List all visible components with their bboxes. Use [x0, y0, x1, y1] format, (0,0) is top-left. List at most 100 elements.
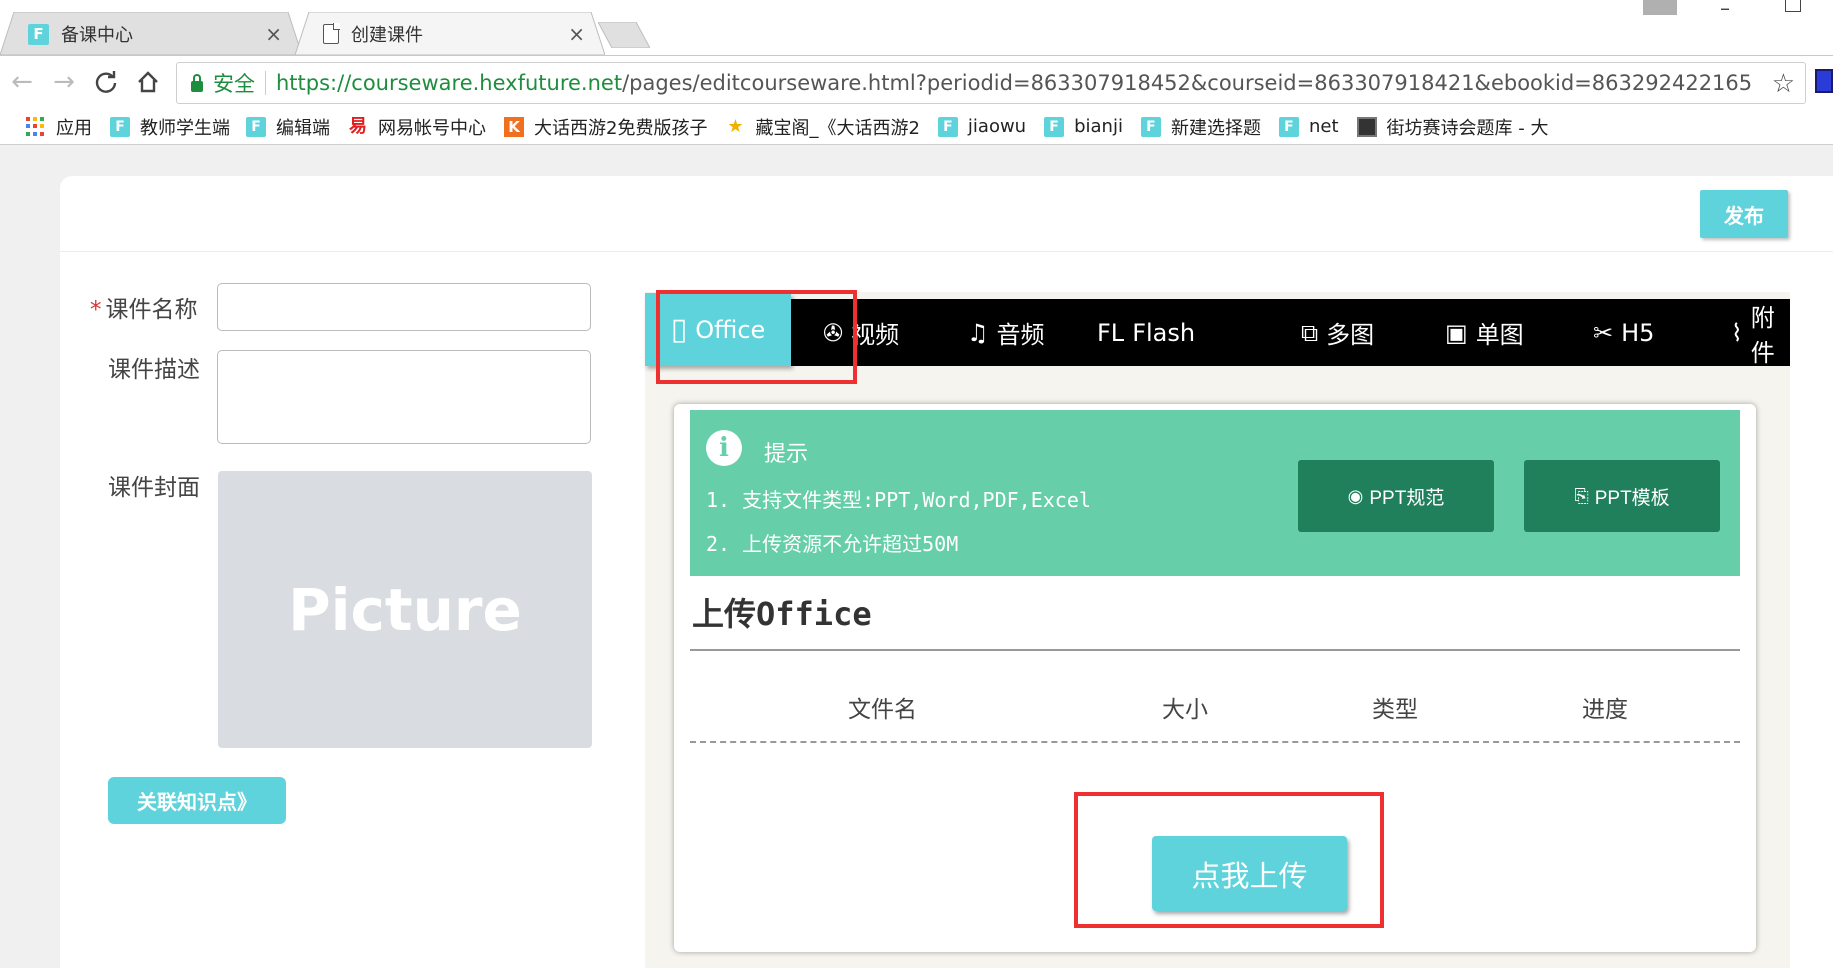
omnibox-divider — [265, 71, 266, 95]
required-mark: * — [90, 297, 102, 323]
publish-button[interactable]: 发布 — [1700, 190, 1788, 238]
editor-card: 发布 * 课件名称 课件描述 课件封面 Picture 关联知识点》 ▯ Offi… — [60, 176, 1833, 968]
bookmark-item[interactable]: 易 网易帐号中心 — [348, 114, 486, 140]
tip-line: 2. 上传资源不允许超过50M — [706, 532, 959, 556]
tab-title: 备课中心 — [61, 25, 133, 46]
highlight-box-upload — [1074, 792, 1384, 928]
bookmark-item[interactable]: K 大话西游2免费版孩子 — [504, 114, 707, 140]
tools-icon: ✂ — [1593, 318, 1614, 347]
tip-line: 1. 支持文件类型:PPT,Word,PDF,Excel — [706, 488, 1091, 512]
bookmark-label: net — [1308, 116, 1339, 137]
bookmark-label: 编辑端 — [276, 117, 330, 139]
bookmark-label: bianji — [1074, 116, 1123, 137]
favicon-f-icon: F — [937, 116, 958, 137]
tab-backup-center[interactable]: F 备课中心 × — [0, 12, 302, 55]
favicon-f-icon: F — [1044, 116, 1065, 137]
dashed-divider — [690, 741, 1740, 743]
column-header-progress: 进度 — [1582, 697, 1628, 723]
courseware-name-input[interactable] — [217, 283, 591, 331]
tab-multi-image[interactable]: ⧉ 多图 — [1301, 299, 1374, 366]
reload-glyph — [95, 71, 117, 93]
cover-image-picker[interactable]: Picture — [218, 471, 592, 748]
courseware-desc-label: 课件描述 — [108, 357, 200, 383]
close-icon[interactable]: × — [265, 22, 282, 46]
maximize-icon[interactable] — [1785, 0, 1801, 12]
minimize-icon[interactable]: – — [1720, 0, 1730, 20]
courseware-name-label: * 课件名称 — [90, 290, 198, 324]
cover-placeholder-text: Picture — [288, 575, 522, 644]
tab-single-image[interactable]: ▣ 单图 — [1445, 299, 1524, 366]
treasure-icon: ★ — [727, 115, 744, 137]
bookmark-item[interactable]: F 新建选择题 — [1140, 114, 1261, 140]
new-tab-button[interactable] — [598, 22, 650, 48]
column-header-filename: 文件名 — [848, 697, 917, 723]
bookmark-item[interactable]: F bianji — [1044, 116, 1123, 137]
tab-label: 音频 — [996, 321, 1045, 349]
tip-box: i 提示 1. 支持文件类型:PPT,Word,PDF,Excel 2. 上传资… — [690, 410, 1740, 576]
ppt-spec-label: PPT规范 — [1369, 487, 1445, 509]
upload-title: 上传Office — [692, 595, 872, 633]
tip-title: 提示 — [764, 442, 809, 467]
bookmark-label: 新建选择题 — [1170, 117, 1261, 139]
lock-icon — [191, 73, 203, 92]
bookmark-item[interactable]: F 教师学生端 — [110, 114, 230, 140]
tab-audio[interactable]: ♫ 音频 — [967, 299, 1045, 366]
favicon-f-icon: F — [1278, 116, 1299, 137]
home-glyph — [138, 71, 158, 93]
bookmark-label: 网易帐号中心 — [378, 117, 486, 139]
bookmark-item[interactable]: ★ 藏宝阁_《大话西游2 — [725, 114, 920, 140]
film-icon — [1356, 116, 1377, 137]
extension-icon[interactable] — [1815, 69, 1833, 93]
browser-toolbar: ← → 安全 https://courseware.hexfuture.net … — [0, 55, 1833, 109]
tab-strip: F 备课中心 × 创建课件 × – — [0, 0, 1833, 55]
bookmarks-bar: 应用 F 教师学生端 F 编辑端 易 网易帐号中心 K 大话西游2免费版孩子 ★… — [0, 109, 1833, 145]
image-icon: ▣ — [1445, 318, 1468, 347]
column-header-size: 大小 — [1162, 697, 1208, 723]
divider — [690, 649, 1740, 651]
paperclip-icon: ⌇ — [1731, 318, 1743, 347]
home-icon[interactable] — [132, 66, 164, 98]
images-icon: ⧉ — [1301, 318, 1319, 347]
favicon-f-icon: F — [246, 116, 266, 137]
tab-title: 创建课件 — [351, 25, 423, 46]
courseware-desc-textarea[interactable] — [217, 350, 591, 444]
bookmark-label: 藏宝阁_《大话西游2 — [755, 117, 920, 139]
bookmark-item[interactable]: F net — [1278, 116, 1339, 137]
highlight-box-office — [656, 290, 857, 384]
k-site-icon: K — [504, 116, 524, 137]
info-icon: i — [706, 430, 742, 466]
secure-label: 安全 — [213, 72, 255, 96]
bookmark-label: 教师学生端 — [140, 117, 230, 139]
tab-flash[interactable]: FL Flash — [1097, 299, 1195, 366]
ppt-spec-button[interactable]: ◉ PPT规范 — [1298, 460, 1494, 532]
bookmark-item[interactable]: 街坊赛诗会题库 - 大 — [1356, 114, 1548, 140]
ppt-template-button[interactable]: ⎘ PPT模板 — [1524, 460, 1720, 532]
close-icon[interactable]: × — [568, 22, 585, 46]
tab-label: 视频 — [851, 321, 900, 349]
bookmark-star-icon[interactable]: ☆ — [1772, 69, 1795, 99]
back-icon[interactable]: ← — [6, 66, 38, 98]
url-host: https://courseware.hexfuture.net — [276, 71, 623, 95]
favicon-f-icon: F — [28, 23, 49, 45]
tab-h5[interactable]: ✂ H5 — [1593, 299, 1654, 366]
browser-window: F 备课中心 × 创建课件 × – ← → 安全 https://coursew… — [0, 0, 1833, 968]
card-header: 发布 — [60, 176, 1833, 252]
link-knowledge-button[interactable]: 关联知识点》 — [108, 777, 286, 824]
bookmark-label: jiaowu — [967, 116, 1027, 137]
user-profile-icon[interactable] — [1643, 0, 1677, 15]
bookmark-item[interactable]: F jiaowu — [937, 116, 1027, 137]
tab-attachment[interactable]: ⌇ 附件 — [1731, 299, 1790, 367]
tab-create-courseware[interactable]: 创建课件 × — [295, 12, 605, 55]
bookmark-apps[interactable]: 应用 — [14, 114, 92, 140]
bookmark-item[interactable]: F 编辑端 — [246, 114, 330, 140]
download-icon: ⎘ — [1574, 485, 1589, 506]
netease-icon: 易 — [349, 115, 367, 137]
apps-grid-icon — [26, 116, 46, 137]
music-note-icon: ♫ — [967, 318, 989, 347]
tab-label: H5 — [1621, 318, 1655, 347]
tab-label: 单图 — [1475, 321, 1524, 349]
page-body: 发布 * 课件名称 课件描述 课件封面 Picture 关联知识点》 ▯ Offi… — [0, 146, 1833, 968]
address-bar[interactable]: 安全 https://courseware.hexfuture.net /pag… — [176, 62, 1806, 104]
forward-icon[interactable]: → — [48, 66, 80, 98]
reload-icon[interactable] — [90, 66, 122, 98]
